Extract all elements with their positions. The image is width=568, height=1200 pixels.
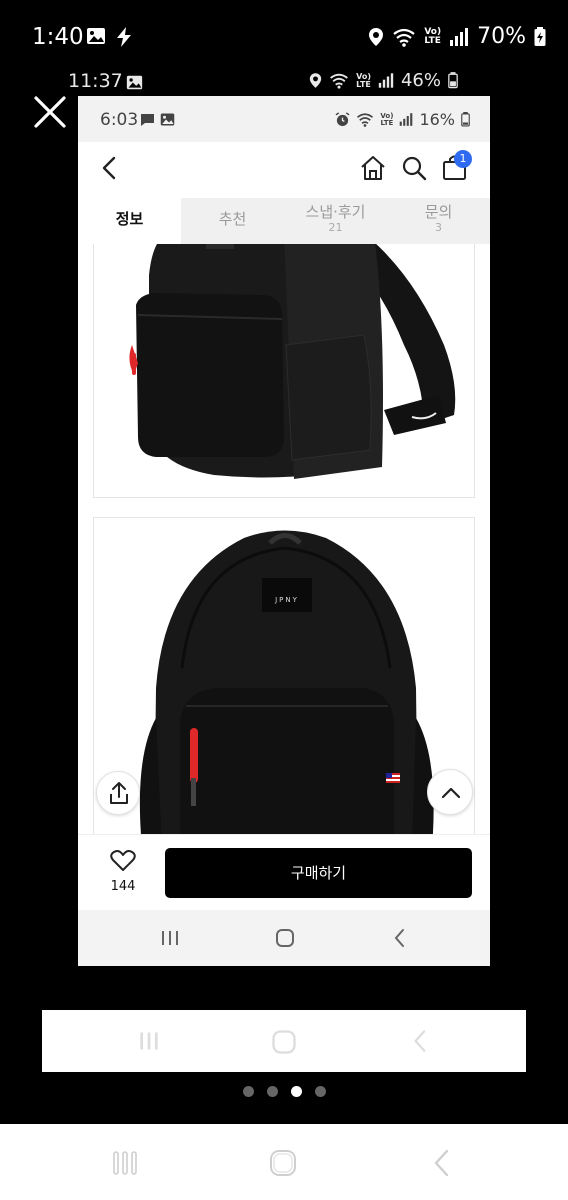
inner-navigation-bar bbox=[78, 910, 490, 966]
tab-inquiry[interactable]: 문의 3 bbox=[387, 198, 490, 244]
buy-button[interactable]: 구매하기 bbox=[165, 848, 472, 898]
screenshot-status-bar: 11:37 Vo) LTE 46% bbox=[0, 68, 490, 96]
close-icon[interactable] bbox=[30, 92, 70, 132]
wifi-icon bbox=[393, 28, 415, 47]
gallery-icon bbox=[87, 28, 105, 44]
signal-icon bbox=[450, 27, 469, 46]
volte-icon: Vo) LTE bbox=[424, 26, 442, 46]
home-icon[interactable] bbox=[359, 154, 387, 182]
status-time: 11:37 bbox=[68, 70, 123, 92]
volte-icon: Vo) LTE bbox=[356, 71, 371, 89]
ghost-navigation-strip bbox=[42, 1010, 526, 1072]
battery-percent: 16% bbox=[419, 110, 455, 129]
volte-icon: Vo) LTE bbox=[380, 111, 394, 127]
app-header: 1 bbox=[78, 142, 490, 194]
product-tabs: 정보 추천 스냅·후기 21 문의 3 bbox=[78, 198, 490, 244]
location-icon bbox=[369, 27, 384, 46]
location-icon bbox=[309, 73, 322, 88]
page-dot[interactable] bbox=[266, 1086, 278, 1097]
recent-apps-icon[interactable] bbox=[158, 926, 182, 950]
cart-count-badge: 1 bbox=[454, 150, 472, 168]
tab-count: 3 bbox=[435, 221, 442, 234]
page-dot[interactable] bbox=[242, 1086, 254, 1097]
like-button[interactable]: 144 bbox=[100, 849, 146, 894]
product-detail-content: JPNY bbox=[78, 244, 490, 834]
outer-status-bar: 1:40 Vo) LTE 70% bbox=[0, 0, 568, 76]
page-dot[interactable] bbox=[314, 1086, 326, 1097]
heart-icon bbox=[110, 850, 136, 871]
message-icon bbox=[141, 114, 154, 126]
purchase-bar: 144 구매하기 bbox=[78, 834, 490, 910]
battery-icon bbox=[461, 112, 470, 127]
wifi-icon bbox=[330, 73, 348, 89]
battery-icon bbox=[448, 72, 458, 89]
status-time: 6:03 bbox=[100, 110, 139, 130]
chevron-up-icon bbox=[441, 787, 461, 799]
brand-patch: JPNY bbox=[274, 596, 299, 604]
back-nav-icon[interactable] bbox=[428, 1148, 458, 1178]
battery-percent: 46% bbox=[400, 70, 441, 91]
share-button[interactable] bbox=[96, 771, 140, 815]
page-dot-active[interactable] bbox=[290, 1086, 302, 1097]
home-nav-icon[interactable] bbox=[273, 926, 297, 950]
recent-apps-icon[interactable] bbox=[110, 1148, 140, 1178]
home-nav-icon bbox=[272, 1030, 296, 1054]
charging-icon bbox=[117, 27, 131, 47]
page-indicator bbox=[0, 1086, 568, 1100]
inner-status-bar: 6:03 Vo) LTE 16% bbox=[78, 96, 490, 142]
tab-count: 21 bbox=[328, 221, 343, 234]
home-nav-icon[interactable] bbox=[268, 1148, 298, 1178]
tab-info[interactable]: 정보 bbox=[78, 198, 181, 244]
gallery-icon bbox=[160, 113, 175, 126]
signal-icon bbox=[400, 113, 413, 126]
inner-screenshot: 6:03 Vo) LTE 16% 1 정보 추천 스냅·후기 21 문의 3 J… bbox=[78, 96, 490, 966]
gallery-icon bbox=[126, 75, 143, 90]
share-icon bbox=[110, 782, 128, 804]
back-nav-icon[interactable] bbox=[388, 926, 412, 950]
status-time: 1:40 bbox=[32, 24, 84, 50]
search-icon[interactable] bbox=[400, 154, 428, 182]
signal-icon bbox=[378, 73, 394, 88]
tab-recommend[interactable]: 추천 bbox=[181, 198, 284, 244]
alarm-icon bbox=[335, 112, 350, 127]
battery-percent: 70% bbox=[477, 24, 526, 49]
battery-charging-icon bbox=[534, 26, 546, 46]
back-arrow-icon[interactable] bbox=[96, 154, 124, 182]
back-nav-icon bbox=[414, 1030, 426, 1052]
wifi-icon bbox=[357, 113, 374, 127]
product-image-front: JPNY bbox=[93, 517, 475, 834]
system-navigation-bar bbox=[0, 1124, 568, 1200]
recent-apps-icon bbox=[140, 1032, 158, 1050]
tab-snap-reviews[interactable]: 스냅·후기 21 bbox=[284, 198, 387, 244]
scroll-to-top-button[interactable] bbox=[427, 769, 473, 815]
like-count: 144 bbox=[110, 879, 136, 894]
product-image-side bbox=[93, 244, 475, 498]
